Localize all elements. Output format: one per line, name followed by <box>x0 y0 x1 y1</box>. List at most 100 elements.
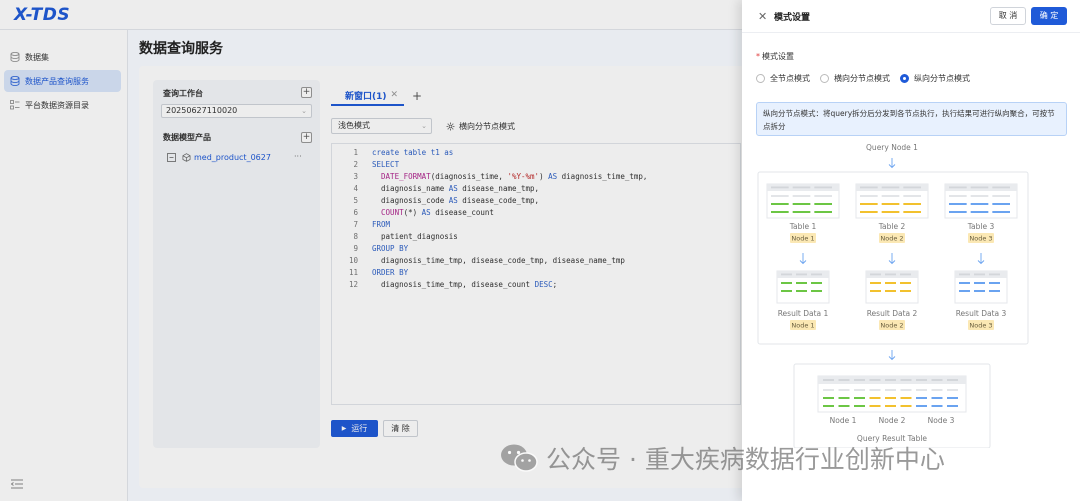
data-cell <box>860 203 878 205</box>
node-badge-label: Node 3 <box>969 235 992 243</box>
play-icon: ▶ <box>341 425 347 432</box>
data-cell <box>781 290 792 292</box>
data-cell <box>881 203 900 205</box>
data-cell <box>974 290 985 292</box>
confirm-button[interactable]: 确 定 <box>1031 7 1067 25</box>
sidebar-item-product-query[interactable]: 数据产品查询服务 <box>4 70 121 92</box>
line-number: 9 <box>353 244 358 253</box>
line-number: 3 <box>353 172 358 181</box>
code-text: diagnosis_time_tmp, disease_code_tmp, di… <box>372 256 625 265</box>
data-cell <box>870 290 881 292</box>
database-icon <box>10 52 20 62</box>
code-line[interactable]: 2 SELECT <box>332 159 742 171</box>
data-cell <box>881 211 900 213</box>
data-cell <box>959 282 970 284</box>
data-cell <box>771 211 789 213</box>
header-cell <box>900 379 912 381</box>
product-item[interactable]: med_product_0627 <box>167 153 271 162</box>
data-cell <box>885 397 896 399</box>
collapse-menu-icon[interactable] <box>11 479 23 489</box>
node-badge: Node 3 <box>968 320 994 330</box>
code-line[interactable]: 3 DATE_FORMAT(diagnosis_time, '%Y-%m') A… <box>332 171 742 183</box>
header-cell <box>970 186 989 189</box>
code-line[interactable]: 7 FROM <box>332 219 742 231</box>
code-line[interactable]: 6 COUNT(*) AS disease_count <box>332 207 742 219</box>
workbench-heading: 查询工作台 <box>163 89 203 98</box>
mode-settings-button[interactable]: 横向分节点模式 <box>446 121 515 132</box>
data-cell <box>838 397 850 399</box>
header-cell <box>814 186 832 189</box>
data-cell <box>781 282 792 284</box>
mode-info-box: 纵向分节点模式：将query拆分后分发到各节点执行，执行结果可进行纵向聚合，可按… <box>756 102 1067 136</box>
sidebar-item-datasets[interactable]: 数据集 <box>4 46 121 68</box>
run-label: 运行 <box>351 424 368 433</box>
header-cell <box>900 273 911 276</box>
radio-horizontal-nodes[interactable]: 横向分节点模式 <box>820 73 890 84</box>
data-cell <box>796 290 807 292</box>
close-icon[interactable]: ✕ <box>391 90 399 100</box>
header-cell <box>974 273 985 276</box>
workbench-select-value: 20250627110020 <box>166 106 238 115</box>
code-line[interactable]: 4 diagnosis_name AS disease_name_tmp, <box>332 183 742 195</box>
code-line[interactable]: 5 diagnosis_code AS disease_code_tmp, <box>332 195 742 207</box>
expand-icon[interactable] <box>167 153 176 162</box>
data-cell <box>814 211 832 213</box>
data-cell <box>771 203 789 205</box>
sidebar-item-label: 数据集 <box>25 52 49 62</box>
workbench-select[interactable]: 20250627110020 ⌄ <box>161 104 312 118</box>
add-workbench-button[interactable]: + <box>301 87 312 98</box>
code-line[interactable]: 9 GROUP BY <box>332 243 742 255</box>
close-icon[interactable]: ✕ <box>758 10 767 23</box>
radio-circle-icon[interactable] <box>820 74 829 83</box>
data-cell <box>869 397 881 399</box>
run-button[interactable]: ▶ 运行 <box>331 420 378 437</box>
watermark-text: 公众号 · 重大疾病数据行业创新中心 <box>546 445 945 474</box>
line-number: 8 <box>353 232 358 241</box>
header-cell <box>823 379 834 381</box>
data-cell <box>959 290 970 292</box>
data-cell <box>823 397 834 399</box>
tab-new-window[interactable]: 新窗口(1) ✕ <box>331 86 405 106</box>
code-line[interactable]: 11 ORDER BY <box>332 267 742 279</box>
watermark: 公众号 · 重大疾病数据行业创新中心 <box>500 440 945 476</box>
code-text: patient_diagnosis <box>372 232 458 241</box>
code-line[interactable]: 12 diagnosis_time_tmp, disease_count DES… <box>332 279 742 291</box>
header-cell <box>771 186 789 189</box>
final-node-label: Node 2 <box>879 416 906 425</box>
radio-label: 横向分节点模式 <box>834 74 890 83</box>
radio-all-nodes[interactable]: 全节点模式 <box>756 73 810 84</box>
data-cell <box>916 397 927 399</box>
data-cell <box>869 389 881 391</box>
table-label: Table 1 <box>789 222 817 231</box>
add-product-button[interactable]: + <box>301 132 312 143</box>
result-data-label: Result Data 2 <box>867 309 918 318</box>
code-line[interactable]: 1 create table t1 as <box>332 147 742 159</box>
cancel-button[interactable]: 取 消 <box>990 7 1026 25</box>
data-cell <box>916 389 927 391</box>
sidebar: 数据集 数据产品查询服务 平台数据资源目录 <box>0 30 128 501</box>
radio-vertical-nodes[interactable]: 纵向分节点模式 <box>900 73 970 84</box>
code-line[interactable]: 8 patient_diagnosis <box>332 231 742 243</box>
tab-label: 新窗口(1) <box>345 91 387 102</box>
data-cell <box>903 203 921 205</box>
code-text: SELECT <box>372 160 400 169</box>
clear-button[interactable]: 清 除 <box>383 420 418 437</box>
header-cell <box>854 379 865 381</box>
radio-checked-icon[interactable] <box>900 74 909 83</box>
header-cell <box>992 186 1010 189</box>
sidebar-item-resource-catalog[interactable]: 平台数据资源目录 <box>4 94 121 116</box>
radio-label: 纵向分节点模式 <box>914 74 970 83</box>
code-line[interactable]: 10 diagnosis_time_tmp, disease_code_tmp,… <box>332 255 742 267</box>
sidebar-item-label: 数据产品查询服务 <box>25 76 89 86</box>
data-cell <box>823 389 834 391</box>
result-data-table <box>776 270 830 304</box>
sql-editor[interactable]: 1 create table t1 as 2 SELECT 3 DATE_FORMAT(… <box>331 143 741 405</box>
more-options-icon[interactable]: ··· <box>294 152 302 161</box>
data-cell <box>885 389 896 391</box>
theme-select[interactable]: 浅色模式 ⌄ <box>331 118 432 134</box>
header-cell <box>870 273 881 276</box>
source-table <box>855 183 929 219</box>
radio-circle-icon[interactable] <box>756 74 765 83</box>
add-tab-button[interactable]: + <box>412 89 422 103</box>
data-cell <box>814 203 832 205</box>
